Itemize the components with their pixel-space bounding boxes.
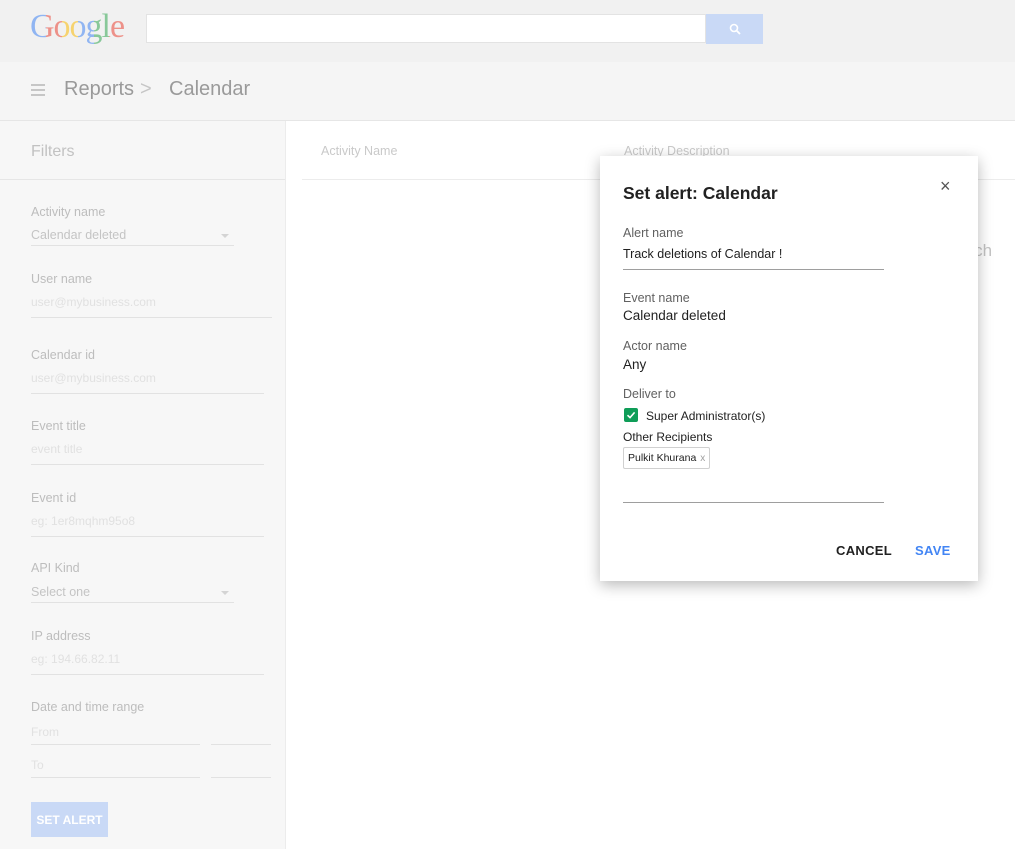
top-bar: Google	[0, 0, 1015, 63]
activity-name-select[interactable]: Calendar deleted	[31, 228, 126, 242]
date-to-input[interactable]: To	[31, 758, 44, 772]
save-button[interactable]: SAVE	[915, 543, 951, 558]
event-id-underline	[31, 536, 264, 537]
date-from-underline	[31, 744, 200, 745]
date-range-label: Date and time range	[31, 700, 145, 714]
chevron-down-icon[interactable]	[221, 234, 229, 238]
menu-icon[interactable]	[31, 84, 45, 96]
alert-name-input[interactable]: Track deletions of Calendar !	[623, 247, 782, 261]
date-from-input[interactable]: From	[31, 725, 59, 739]
breadcrumb-calendar: Calendar	[169, 78, 251, 100]
calendar-id-input[interactable]: user@mybusiness.com	[31, 371, 156, 385]
super-admin-checkbox[interactable]	[624, 408, 638, 422]
event-id-input[interactable]: eg: 1er8mqhm95o8	[31, 514, 135, 528]
cancel-button[interactable]: CANCEL	[836, 543, 892, 558]
recipients-input-underline[interactable]	[623, 502, 884, 503]
calendar-id-underline	[31, 393, 264, 394]
recipient-chip[interactable]: Pulkit Khurana x	[623, 447, 711, 469]
dialog-title: Set alert: Calendar	[623, 183, 778, 203]
checkmark-icon	[626, 411, 636, 419]
user-name-label: User name	[31, 272, 93, 286]
api-kind-label: API Kind	[31, 561, 80, 575]
time-to-underline[interactable]	[211, 777, 271, 778]
time-from-underline[interactable]	[211, 744, 271, 745]
close-icon[interactable]: ×	[940, 176, 951, 196]
alert-name-label: Alert name	[623, 226, 684, 240]
activity-name-underline	[31, 245, 234, 246]
activity-name-label: Activity name	[31, 205, 106, 219]
other-recipients-label: Other Recipients	[623, 430, 713, 444]
filters-sidebar: Filters Activity name Calendar deleted U…	[0, 121, 286, 849]
event-id-label: Event id	[31, 491, 77, 505]
deliver-to-label: Deliver to	[623, 387, 676, 401]
event-title-underline	[31, 464, 264, 465]
logo-text: Google	[30, 8, 125, 45]
event-title-label: Event title	[31, 419, 86, 433]
remove-recipient-icon[interactable]: x	[700, 453, 705, 464]
event-title-input[interactable]: event title	[31, 442, 82, 456]
api-kind-underline	[31, 602, 234, 603]
calendar-id-label: Calendar id	[31, 348, 95, 362]
search-input[interactable]	[146, 14, 706, 43]
event-name-label: Event name	[623, 291, 690, 305]
google-logo[interactable]: Google	[30, 8, 125, 46]
set-alert-dialog: Set alert: Calendar × Alert name Track d…	[600, 156, 978, 581]
actor-name-value: Any	[623, 357, 647, 372]
api-kind-select[interactable]: Select one	[31, 585, 90, 599]
ip-address-input[interactable]: eg: 194.66.82.11	[31, 652, 120, 666]
chevron-down-icon[interactable]	[221, 591, 229, 595]
filters-divider	[0, 179, 285, 180]
breadcrumb-bar: Reports > Calendar	[0, 62, 1015, 121]
alert-name-underline	[623, 269, 884, 270]
super-admin-label[interactable]: Super Administrator(s)	[646, 409, 765, 423]
breadcrumb-reports[interactable]: Reports	[64, 78, 134, 101]
set-alert-button[interactable]: SET ALERT	[31, 802, 108, 837]
user-name-input[interactable]: user@mybusiness.com	[31, 295, 156, 309]
actor-name-label: Actor name	[623, 339, 687, 353]
search-icon	[729, 23, 741, 35]
breadcrumb-separator: >	[140, 78, 152, 100]
search-button[interactable]	[706, 14, 763, 44]
event-name-value: Calendar deleted	[623, 308, 726, 323]
column-header-activity-name[interactable]: Activity Name	[321, 144, 397, 158]
filters-title: Filters	[31, 143, 75, 160]
date-to-underline	[31, 777, 200, 778]
user-name-underline	[31, 317, 272, 318]
recipient-chip-name: Pulkit Khurana	[628, 452, 697, 464]
ip-address-label: IP address	[31, 629, 91, 643]
ip-address-underline	[31, 674, 264, 675]
